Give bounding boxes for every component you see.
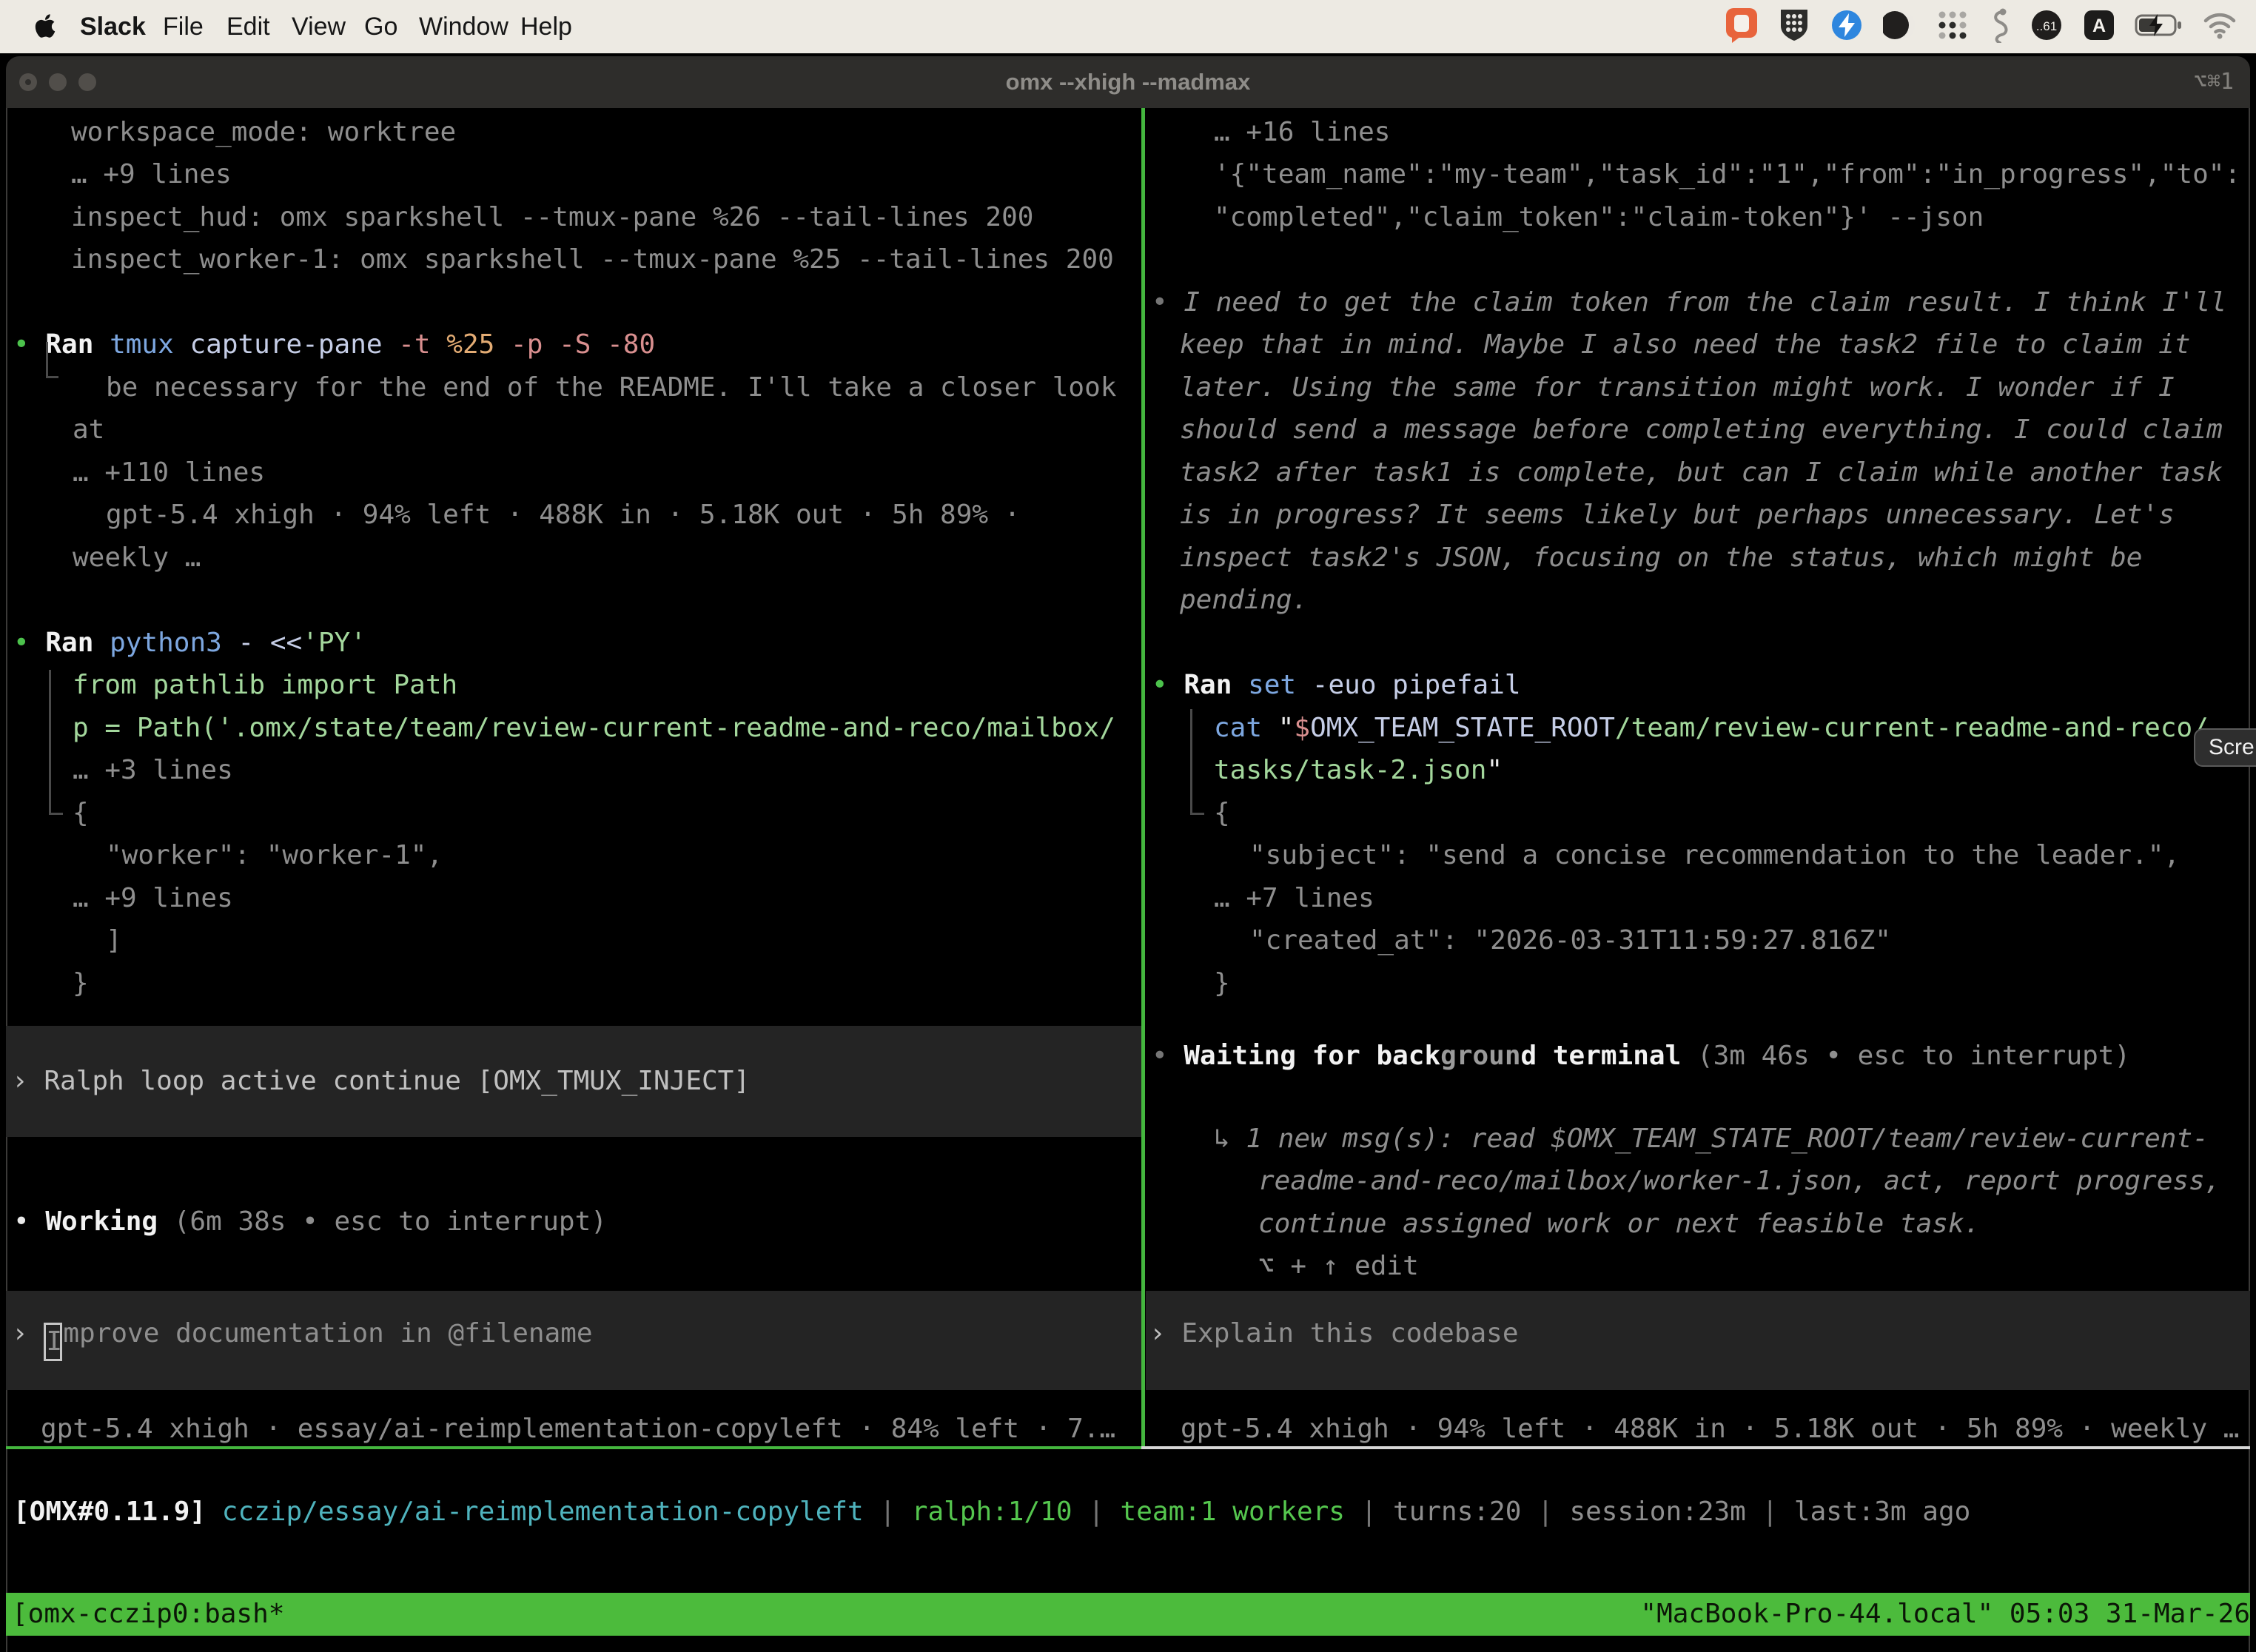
output-corner: [46, 342, 58, 378]
right-json-line: … +7 lines: [1214, 877, 1374, 919]
right-ran-set-command: • Ran set -euo pipefail: [1152, 664, 1521, 706]
right-msg-line: readme-and-reco/mailbox/worker-1.json, a…: [1258, 1160, 2220, 1202]
right-thinking-line: is in progress? It seems likely but perh…: [1180, 494, 2175, 536]
zoom-button[interactable]: [78, 73, 96, 91]
right-msg-line: continue assigned work or next feasible …: [1258, 1203, 1980, 1245]
left-json-line: {: [73, 792, 89, 834]
left-python-line: … +3 lines: [73, 749, 233, 791]
left-working-status: • Working (6m 38s • esc to interrupt): [13, 1201, 607, 1243]
menu-go[interactable]: Go: [364, 0, 397, 53]
window-title: omx --xhigh --madmax: [1006, 56, 1251, 108]
menu-app-name[interactable]: Slack: [80, 0, 146, 53]
left-output-line: … +110 lines: [73, 451, 265, 494]
menu-view[interactable]: View: [292, 0, 346, 53]
right-log-line: "completed","claim_token":"claim-token"}…: [1214, 196, 1984, 238]
right-prompt-placeholder[interactable]: › Explain this codebase: [1149, 1312, 1519, 1354]
right-json-line: "created_at": "2026-03-31T11:59:27.816Z": [1249, 919, 1891, 961]
minimize-button[interactable]: [49, 73, 67, 91]
left-prompt-placeholder[interactable]: › Improve documentation in @filename: [12, 1312, 593, 1361]
blue-lightning-icon[interactable]: [1830, 8, 1864, 45]
right-json-line: }: [1214, 962, 1230, 1004]
left-log-line: inspect_worker-1: omx sparkshell --tmux-…: [71, 238, 1114, 281]
right-json-line: {: [1214, 792, 1230, 834]
badge-61-label: ..61: [2036, 19, 2057, 33]
badge-61-icon[interactable]: ..61: [2030, 8, 2064, 45]
left-json-line: ]: [106, 919, 122, 961]
left-ran-python-command: • Ran python3 - <<'PY': [13, 622, 366, 664]
left-log-line: … +9 lines: [71, 153, 232, 195]
tmux-host-clock: "MacBook-Pro-44.local" 05:03 31-Mar-26: [1640, 1593, 2250, 1636]
menu-status-icons: ..61 A: [1725, 0, 2237, 53]
close-button[interactable]: [19, 73, 37, 91]
right-edit-hint: ⌥ + ↑ edit: [1258, 1245, 1419, 1287]
right-thinking-line: task2 after task1 is complete, but can I…: [1180, 451, 2223, 494]
right-log-line: … +16 lines: [1214, 111, 1390, 153]
right-thinking-line: inspect task2's JSON, focusing on the st…: [1180, 537, 2142, 579]
apple-menu-icon[interactable]: [34, 13, 56, 42]
menu-file[interactable]: File: [163, 0, 204, 53]
moon-icon[interactable]: [1883, 8, 1917, 45]
right-msg-line: ↳ 1 new msg(s): read $OMX_TEAM_STATE_ROO…: [1214, 1118, 2209, 1160]
right-thinking-line: pending.: [1180, 579, 1308, 621]
window-shortcut: ⌥⌘1: [2194, 56, 2234, 108]
left-log-line: workspace_mode: worktree: [71, 111, 456, 153]
right-waiting-status: • Waiting for background terminal (3m 46…: [1152, 1035, 2130, 1077]
output-corner: [1190, 709, 1204, 815]
left-json-line: … +9 lines: [73, 877, 233, 919]
left-python-line: p = Path('.omx/state/team/review-current…: [73, 707, 1115, 749]
wifi-icon[interactable]: [2203, 11, 2237, 42]
left-python-line: from pathlib import Path: [73, 664, 457, 706]
right-cat-line: cat "$OMX_TEAM_STATE_ROOT/team/review-cu…: [1214, 707, 2209, 749]
left-output-line: be necessary for the end of the README. …: [106, 366, 1116, 409]
right-log-line: '{"team_name":"my-team","task_id":"1","f…: [1214, 153, 2240, 195]
right-thinking-line: • I need to get the claim token from the…: [1152, 281, 2226, 323]
battery-charging-icon[interactable]: [2135, 13, 2183, 40]
right-cat-line: tasks/task-2.json": [1214, 749, 1503, 791]
input-a-icon[interactable]: A: [2083, 9, 2115, 44]
screen-tooltip[interactable]: Scre: [2194, 728, 2256, 767]
hook-icon[interactable]: [1988, 7, 2010, 46]
right-thinking-line: later. Using the same for transition mig…: [1180, 366, 2175, 409]
left-json-line: "worker": "worker-1",: [106, 834, 443, 876]
chat-icon[interactable]: [1725, 7, 1759, 47]
omx-status-line: [OMX#0.11.9] cczip/essay/ai-reimplementa…: [13, 1491, 1970, 1533]
right-thinking-line: keep that in mind. Maybe I also need the…: [1180, 323, 2190, 366]
tmux-session-label: [omx-cczip0:bash*: [12, 1593, 284, 1636]
input-a-label: A: [2092, 16, 2106, 36]
pane-divider-vertical[interactable]: [1141, 108, 1145, 1446]
left-output-line: weekly …: [73, 537, 201, 579]
left-log-line: inspect_hud: omx sparkshell --tmux-pane …: [71, 196, 1033, 238]
menu-edit[interactable]: Edit: [226, 0, 270, 53]
left-inject-message: › Ralph loop active continue [OMX_TMUX_I…: [12, 1060, 750, 1102]
right-json-line: "subject": "send a concise recommendatio…: [1249, 834, 2180, 876]
right-model-statusline: gpt-5.4 xhigh · 94% left · 488K in · 5.1…: [1181, 1408, 2239, 1450]
close-dot: [25, 79, 31, 85]
dots-grid-icon[interactable]: [1936, 9, 1969, 44]
menu-bar: Slack File Edit View Go Window Help ..61…: [0, 0, 2256, 53]
menu-window[interactable]: Window: [419, 0, 508, 53]
right-thinking-line: should send a message before completing …: [1180, 409, 2223, 451]
left-output-line: at: [73, 409, 104, 451]
left-json-line: }: [73, 962, 89, 1004]
shield-grid-icon[interactable]: [1778, 7, 1810, 46]
output-corner: [49, 670, 63, 815]
left-model-statusline: gpt-5.4 xhigh · essay/ai-reimplementatio…: [41, 1408, 1115, 1450]
left-output-line: gpt-5.4 xhigh · 94% left · 488K in · 5.1…: [106, 494, 1020, 536]
left-ran-tmux-command: • Ran tmux capture-pane -t %25 -p -S -80: [13, 323, 655, 366]
menu-help[interactable]: Help: [520, 0, 572, 53]
